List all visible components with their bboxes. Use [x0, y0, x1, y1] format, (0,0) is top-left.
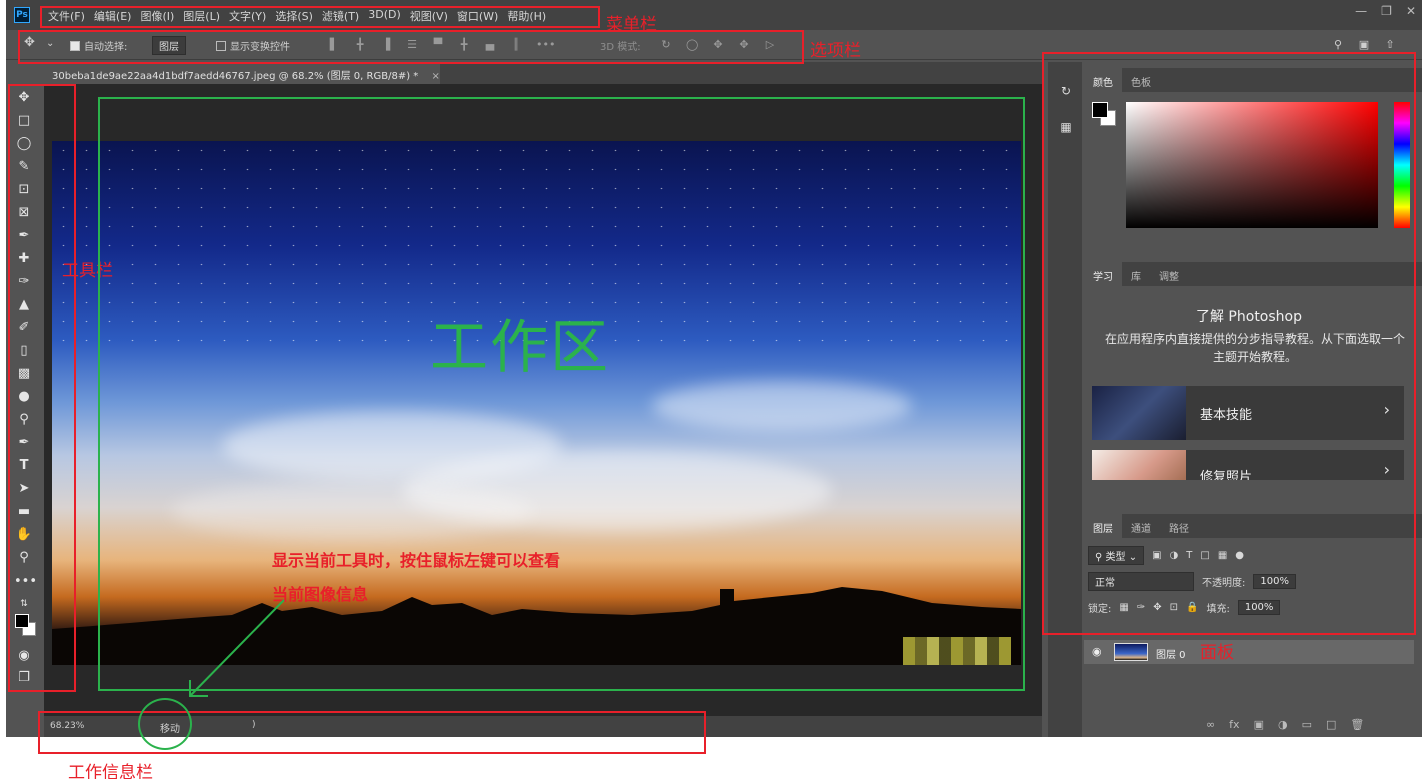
optionsbar-highlight-box [18, 30, 804, 64]
new-layer-icon[interactable]: □ [1326, 718, 1336, 731]
restore-icon[interactable]: ❐ [1381, 4, 1392, 18]
eye-visibility-icon[interactable]: ◉ [1092, 645, 1102, 658]
hint-arrow [189, 599, 285, 697]
share-icon[interactable]: ⇧ [1384, 38, 1396, 51]
layer-row[interactable]: ◉ 图层 0 [1084, 640, 1414, 664]
layers-footer: ∞ fx ▣ ◑ ▭ □ 🗑 [1206, 718, 1364, 731]
statusbar-annotation: 工作信息栏 [68, 763, 153, 779]
hint-annotation-line1: 显示当前工具时，按住鼠标左键可以查看 [272, 551, 561, 570]
workspace-annotation: 工作区 [430, 313, 611, 381]
delete-layer-icon[interactable]: 🗑 [1350, 718, 1364, 731]
search-icon[interactable]: ⚲ [1332, 38, 1344, 51]
workspace-icon[interactable]: ▣ [1358, 38, 1370, 51]
menubar-highlight-box [40, 6, 600, 28]
close-window-icon[interactable]: ✕ [1406, 4, 1416, 18]
document-tab-bar: 30beba1de9ae22aa4d1bdf7aedd46767.jpeg @ … [44, 62, 1042, 84]
add-mask-icon[interactable]: ▣ [1254, 718, 1264, 731]
optionsbar-annotation: 选项栏 [810, 41, 861, 61]
document-tab[interactable]: 30beba1de9ae22aa4d1bdf7aedd46767.jpeg @ … [44, 62, 440, 84]
close-tab-icon[interactable]: × [431, 71, 439, 82]
panels-highlight-box [1042, 52, 1416, 635]
fx-icon[interactable]: fx [1229, 718, 1239, 731]
adjustment-layer-icon[interactable]: ◑ [1278, 718, 1288, 731]
foreground-color-chip[interactable] [1092, 102, 1108, 118]
window-controls: — ❐ ✕ [1355, 4, 1416, 18]
minimize-icon[interactable]: — [1355, 4, 1367, 18]
new-group-icon[interactable]: ▭ [1302, 718, 1312, 731]
layer-thumbnail [1114, 643, 1148, 661]
panels-annotation: 面板 [1200, 643, 1234, 663]
document-tab-title: 30beba1de9ae22aa4d1bdf7aedd46767.jpeg @ … [52, 71, 419, 82]
toolbar-highlight-box [8, 84, 76, 692]
photoshop-logo-icon: Ps [14, 7, 30, 23]
screenshot-root: Ps 文件(F) 编辑(E) 图像(I) 图层(L) 文字(Y) 选择(S) 滤… [0, 0, 1428, 779]
layer-name[interactable]: 图层 0 [1156, 646, 1186, 661]
link-layers-icon[interactable]: ∞ [1206, 718, 1215, 731]
options-right-icons: ⚲ ▣ ⇧ [1332, 38, 1396, 51]
